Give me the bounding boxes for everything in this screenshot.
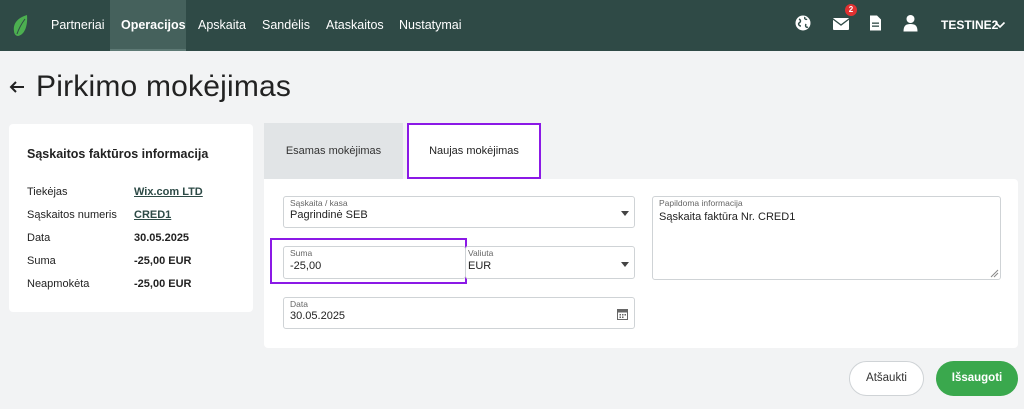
invoice-number-label: Sąskaitos numeris	[27, 209, 117, 221]
leaf-logo-icon[interactable]	[11, 14, 31, 38]
account-select-label: Sąskaita / kasa	[290, 198, 348, 208]
date-label: Data	[27, 232, 51, 244]
mail-badge: 2	[845, 4, 857, 16]
save-button[interactable]: Išsaugoti	[936, 361, 1018, 396]
invoice-info-title: Sąskaitos faktūros informacija	[27, 147, 209, 161]
notes-textarea-value: Sąskaita faktūra Nr. CRED1	[659, 211, 796, 223]
currency-select-label: Valiuta	[468, 248, 494, 258]
date-input-value: 30.05.2025	[290, 310, 346, 322]
nav-partneriai[interactable]: Partneriai	[40, 0, 116, 51]
amount-value: -25,00 EUR	[134, 255, 192, 267]
tab-new-payment[interactable]: Naujas mokėjimas	[407, 123, 541, 179]
currency-select[interactable]: Valiuta EUR	[465, 246, 635, 279]
globe-icon[interactable]	[794, 14, 812, 32]
resize-handle-icon[interactable]	[990, 269, 999, 278]
account-select[interactable]: Sąskaita / kasa Pagrindinė SEB	[283, 196, 635, 228]
notes-textarea[interactable]: Papildoma informacija Sąskaita faktūra N…	[652, 196, 1001, 280]
nav-sandelis[interactable]: Sandėlis	[251, 0, 321, 51]
cancel-button[interactable]: Atšaukti	[849, 361, 924, 396]
currency-select-value: EUR	[468, 260, 492, 272]
nav-ataskaitos[interactable]: Ataskaitos	[315, 0, 395, 51]
user-menu-label[interactable]: TESTINE2	[941, 0, 998, 51]
supplier-label: Tiekėjas	[27, 186, 68, 198]
mail-icon[interactable]	[832, 15, 850, 33]
back-arrow-icon[interactable]	[8, 78, 26, 96]
date-input-label: Data	[290, 299, 308, 309]
payment-form-panel: Sąskaita / kasa Pagrindinė SEB Suma -25,…	[264, 179, 1018, 348]
nav-apskaita[interactable]: Apskaita	[187, 0, 257, 51]
account-select-value: Pagrindinė SEB	[290, 209, 368, 221]
invoice-number-link[interactable]: CRED1	[134, 209, 171, 221]
unpaid-label: Neapmokėta	[27, 278, 90, 290]
top-navigation-bar: Partneriai Operacijos Apskaita Sandėlis …	[0, 0, 1024, 51]
amount-label: Suma	[27, 255, 56, 267]
invoice-info-card: Sąskaitos faktūros informacija Tiekėjas …	[9, 124, 253, 312]
date-value: 30.05.2025	[134, 232, 190, 244]
unpaid-value: -25,00 EUR	[134, 278, 192, 290]
caret-down-icon	[621, 211, 629, 216]
tab-existing-payment[interactable]: Esamas mokėjimas	[264, 123, 403, 179]
chevron-down-icon[interactable]	[994, 19, 1006, 31]
document-icon[interactable]	[869, 14, 882, 32]
amount-highlight-box	[270, 238, 467, 284]
calendar-icon[interactable]	[617, 308, 628, 320]
nav-operacijos[interactable]: Operacijos	[110, 0, 186, 51]
nav-nustatymai[interactable]: Nustatymai	[388, 0, 473, 51]
user-icon[interactable]	[903, 14, 918, 32]
page-title: Pirkimo mokėjimas	[36, 70, 292, 103]
date-input[interactable]: Data 30.05.2025	[283, 297, 635, 329]
supplier-link[interactable]: Wix.com LTD	[134, 186, 203, 198]
caret-down-icon	[621, 262, 629, 267]
notes-textarea-label: Papildoma informacija	[659, 198, 743, 208]
